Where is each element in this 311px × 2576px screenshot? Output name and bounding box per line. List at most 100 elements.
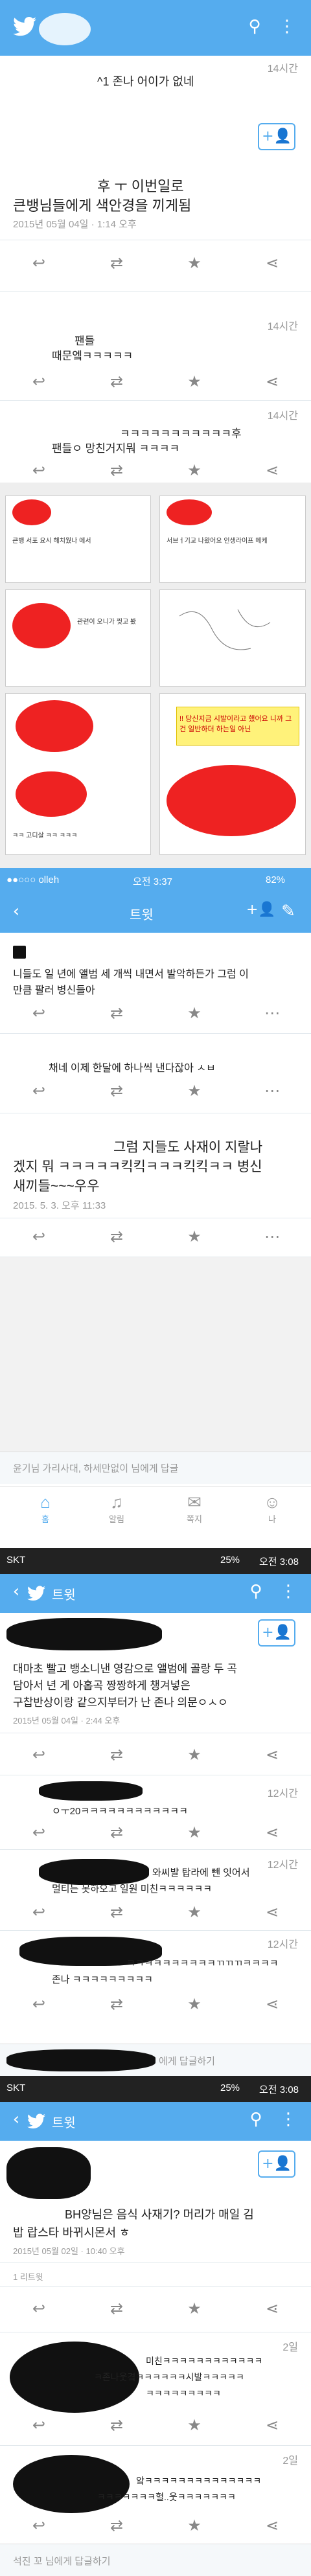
retweet-icon[interactable]: ⇄ [104,254,130,272]
back-icon[interactable]: ‹ [6,1582,26,1601]
reply-icon[interactable]: ↩ [26,1746,52,1764]
retweet-icon[interactable]: ⇄ [104,2416,130,2434]
favorite-icon[interactable]: ★ [181,1746,207,1764]
reply-input[interactable]: 윤기님 가리사대, 하세만없이 님에게 답글 [13,1461,178,1475]
retweet-icon[interactable]: ⇄ [104,1004,130,1022]
share-icon[interactable]: ⋖ [259,2516,285,2535]
search-icon[interactable]: ⚲ [245,17,264,36]
clock: 오전 3:08 [259,1556,299,1567]
tweet-text-line2: 만큼 팔러 병신들아 [13,985,95,996]
reply-icon[interactable]: ↩ [26,1823,52,1841]
more-icon[interactable]: ⋮ [277,17,297,36]
retweet-icon[interactable]: ⇄ [104,1903,130,1921]
reply-icon[interactable]: ↩ [26,1004,52,1022]
nav-notifications[interactable]: ♫ 알림 [97,1492,136,1525]
retweet-count[interactable]: 1 리트윗 [13,2270,43,2283]
retweet-icon[interactable]: ⇄ [104,461,130,479]
share-icon[interactable]: ⋖ [259,1903,285,1921]
favorite-icon[interactable]: ★ [181,2516,207,2535]
cell-text: !! 당신지금 시발이라고 했어요 니까 그건 일반하더 하는일 아닌 [179,715,292,733]
reply-text-line2: 멀티는 못하오고 일원 미친ㅋㅋㅋㅋㅋㅋ [52,1884,213,1895]
reply-bar[interactable]: 윤기님 가리사대, 하세만없이 님에게 답글 [0,1452,311,1484]
search-icon[interactable]: ⚲ [246,1582,266,1601]
search-icon[interactable]: ⚲ [246,2110,266,2129]
redaction-blob [39,13,91,45]
retweet-icon[interactable]: ⇄ [104,1746,130,1764]
add-user-icon[interactable]: +👤 [246,902,276,918]
tweet-text-line1: BH양님은 음식 사재기? 머리가 매일 김 [65,2208,254,2221]
nav-home[interactable]: ⌂ 홈 [26,1492,65,1525]
follow-button[interactable]: +👤 [258,2150,295,2178]
share-icon[interactable]: ⋖ [259,254,285,272]
divider [0,400,311,401]
back-icon[interactable]: ‹ [6,902,26,921]
redaction-blob [6,2147,91,2199]
share-icon[interactable]: ⋖ [259,461,285,479]
more-icon[interactable]: ⋯ [259,1082,285,1100]
back-icon[interactable]: ‹ [6,2110,26,2129]
retweet-icon[interactable]: ⇄ [104,1995,130,2013]
reply-icon[interactable]: ↩ [26,2299,52,2318]
status-bar: ●●○○○ olleh 오전 3:37 82% [0,868,311,894]
reply-icon[interactable]: ↩ [26,1082,52,1100]
retweet-icon[interactable]: ⇄ [104,1823,130,1841]
reply-icon[interactable]: ↩ [26,2516,52,2535]
add-user-icon: +👤 [262,1624,292,1641]
favorite-icon[interactable]: ★ [181,1903,207,1921]
follow-button[interactable]: +👤 [258,1619,295,1647]
favorite-icon[interactable]: ★ [181,372,207,391]
twitter-bird-icon[interactable] [13,17,36,36]
favorite-icon[interactable]: ★ [181,1995,207,2013]
favorite-icon[interactable]: ★ [181,2299,207,2318]
reply-icon[interactable]: ↩ [26,1995,52,2013]
collage-cell: 큰뱅 서포 요시 해치웠나 에서 [5,496,151,583]
retweet-icon[interactable]: ⇄ [104,1082,130,1100]
share-icon[interactable]: ⋖ [259,372,285,391]
reply-icon[interactable]: ↩ [26,372,52,391]
follow-button[interactable]: +👤 [258,123,295,150]
reply-bar[interactable]: 에게 답글하기 [0,2044,311,2076]
share-icon[interactable]: ⋖ [259,2299,285,2318]
reply-input[interactable]: 에게 답글하기 [159,2054,215,2068]
reply-bar[interactable]: 석진 꼬 님에게 답글하기 [0,2544,311,2576]
add-user-icon: +👤 [262,2156,292,2172]
reply-actions: ↩ ⇄ ★ ⋖ [0,2416,311,2439]
reply-icon[interactable]: ↩ [26,461,52,479]
retweet-icon[interactable]: ⇄ [104,1227,130,1246]
favorite-icon[interactable]: ★ [181,2416,207,2434]
reply-icon[interactable]: ↩ [26,254,52,272]
app-title: 트윗 [130,908,154,922]
retweet-icon[interactable]: ⇄ [104,2299,130,2318]
more-icon[interactable]: ⋮ [279,1582,298,1601]
tweet-text-line3: 새끼들~~~우우 [13,1179,100,1194]
favorite-icon[interactable]: ★ [181,1004,207,1022]
reply-input[interactable]: 석진 꼬 님에게 답글하기 [13,2554,111,2568]
divider [0,1033,311,1034]
top-app-bar: ‹ 트윗 +👤 ✎ [0,894,311,933]
reply-icon[interactable]: ↩ [26,1903,52,1921]
compose-icon[interactable]: ✎ [279,902,298,921]
retweet-icon[interactable]: ⇄ [104,372,130,391]
screenshot-collage: 큰뱅 서포 요시 해치웠나 에서 서브ㅓ기교 나왔어요 인생라이프 메케 관련이… [0,483,311,868]
nav-me[interactable]: ☺ 나 [253,1492,292,1525]
more-icon[interactable]: ⋯ [259,1004,285,1022]
favorite-icon[interactable]: ★ [181,1823,207,1841]
share-icon[interactable]: ⋖ [259,1823,285,1841]
nav-messages[interactable]: ✉ 쪽지 [175,1492,214,1525]
redaction-blob [167,499,212,525]
favorite-icon[interactable]: ★ [181,254,207,272]
reply-icon[interactable]: ↩ [26,2416,52,2434]
share-icon[interactable]: ⋖ [259,1746,285,1764]
retweet-icon[interactable]: ⇄ [104,2516,130,2535]
tweet-actions: ↩ ⇄ ★ ⋯ [0,1004,311,1027]
favorite-icon[interactable]: ★ [181,1227,207,1246]
more-icon[interactable]: ⋯ [259,1227,285,1246]
reply-icon[interactable]: ↩ [26,1227,52,1246]
favorite-icon[interactable]: ★ [181,1082,207,1100]
more-icon[interactable]: ⋮ [279,2110,298,2129]
share-icon[interactable]: ⋖ [259,1995,285,2013]
share-icon[interactable]: ⋖ [259,2416,285,2434]
favorite-icon[interactable]: ★ [181,461,207,479]
tweet-text-line1: 대마초 빨고 뱅소니낸 영감으로 앨범에 골랑 두 곡 [13,1663,237,1675]
collage-cell: 관련이 오니가 찢고 봤 [5,589,151,687]
